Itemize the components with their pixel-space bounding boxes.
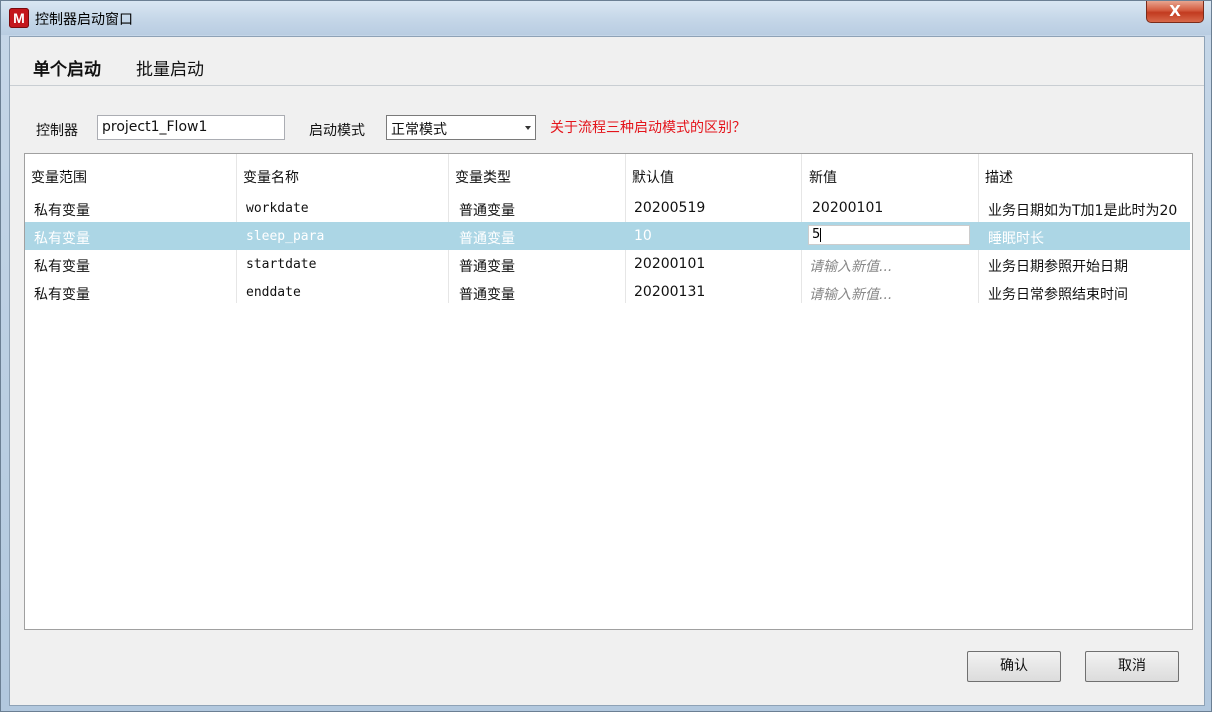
cell-scope: 私有变量 [34, 231, 90, 247]
tab-single-start[interactable]: 单个启动 [33, 55, 101, 80]
cell-default: 20200131 [634, 284, 706, 300]
title-bar[interactable]: M 控制器启动窗口 X [1, 1, 1211, 35]
dialog-window: M 控制器启动窗口 X 单个启动 批量启动 控制器 project1_Flow1… [0, 0, 1212, 712]
cell-description: 业务日常参照结束时间 [988, 287, 1128, 303]
column-header-new-value[interactable]: 新值 [809, 167, 837, 187]
mode-help-link[interactable]: 关于流程三种启动模式的区别？ [550, 117, 746, 137]
dialog-content: 单个启动 批量启动 控制器 project1_Flow1 启动模式 正常模式 关… [9, 36, 1205, 706]
cell-type: 普通变量 [459, 287, 515, 303]
cell-new-value-placeholder[interactable]: 请输入新值... [809, 284, 892, 304]
cell-description: 睡眠时长 [988, 231, 1044, 247]
cell-type: 普通变量 [459, 231, 515, 247]
text-caret [820, 227, 822, 242]
cell-scope: 私有变量 [34, 259, 90, 275]
confirm-button[interactable]: 确认 [967, 651, 1061, 682]
column-header-scope[interactable]: 变量范围 [31, 167, 87, 187]
tab-bar: 单个启动 批量启动 [10, 37, 1204, 86]
column-header-description[interactable]: 描述 [985, 167, 1013, 187]
cell-default: 10 [634, 228, 652, 244]
cell-default: 20200519 [634, 200, 706, 216]
cell-name: workdate [246, 201, 309, 216]
cell-type: 普通变量 [459, 259, 515, 275]
chevron-down-icon [525, 126, 531, 130]
column-header-default[interactable]: 默认值 [632, 167, 674, 187]
cell-name: sleep_para [246, 229, 325, 244]
variable-table: 变量范围 变量名称 变量类型 默认值 新值 描述 私有变量 workdate 普… [24, 153, 1193, 630]
new-value-editor[interactable]: 5 [808, 225, 970, 245]
cell-new-value-placeholder[interactable]: 请输入新值... [809, 256, 892, 276]
mode-select[interactable]: 正常模式 [386, 115, 536, 140]
cell-name: enddate [246, 285, 301, 300]
table-row-selected[interactable]: 私有变量 sleep_para 普通变量 10 5 睡眠时长 [25, 222, 1190, 250]
column-header-name[interactable]: 变量名称 [243, 167, 299, 187]
cell-new-value[interactable]: 20200101 [812, 200, 883, 216]
cell-scope: 私有变量 [34, 287, 90, 303]
controller-field[interactable]: project1_Flow1 [97, 115, 285, 140]
tab-batch-start[interactable]: 批量启动 [136, 55, 204, 80]
cell-scope: 私有变量 [34, 203, 90, 219]
cell-description: 业务日期如为T加1是此时为20 [988, 203, 1178, 219]
column-header-type[interactable]: 变量类型 [455, 167, 511, 187]
window-title: 控制器启动窗口 [35, 12, 133, 28]
cell-name: startdate [246, 257, 317, 272]
cell-type: 普通变量 [459, 203, 515, 219]
table-row[interactable]: 私有变量 workdate 普通变量 20200519 20200101 业务日… [25, 194, 1190, 222]
new-value-editor-text: 5 [812, 227, 821, 242]
cancel-button[interactable]: 取消 [1085, 651, 1179, 682]
table-row[interactable]: 私有变量 startdate 普通变量 20200101 请输入新值... 业务… [25, 250, 1190, 278]
table-row[interactable]: 私有变量 enddate 普通变量 20200131 请输入新值... 业务日常… [25, 278, 1190, 306]
cell-description: 业务日期参照开始日期 [988, 259, 1128, 275]
mode-select-value: 正常模式 [391, 122, 447, 138]
controller-label: 控制器 [36, 123, 78, 139]
app-logo-icon: M [9, 8, 29, 28]
mode-label: 启动模式 [309, 123, 365, 139]
close-button[interactable]: X [1146, 1, 1204, 23]
cell-default: 20200101 [634, 256, 706, 272]
